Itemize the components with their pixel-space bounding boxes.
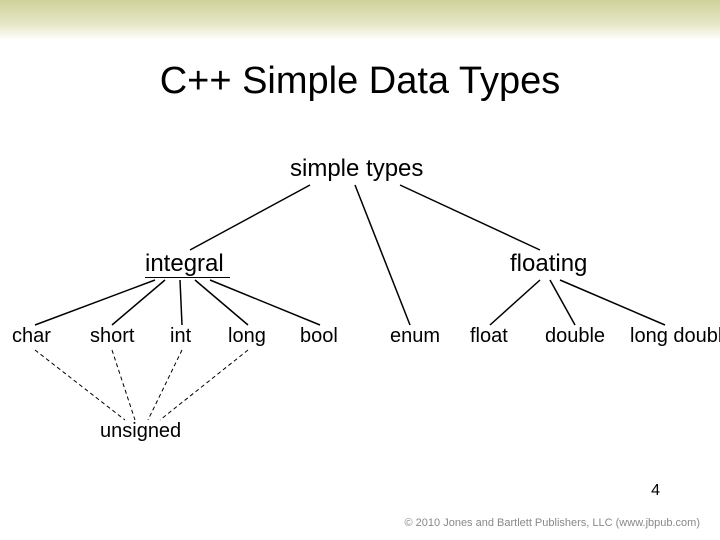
node-char: char <box>12 325 51 348</box>
node-double: double <box>545 325 605 348</box>
slide-title: C++ Simple Data Types <box>0 60 720 103</box>
node-long: long <box>228 325 266 348</box>
decorative-top-band <box>0 0 720 40</box>
copyright-text: © 2010 Jones and Bartlett Publishers, LL… <box>405 517 613 529</box>
node-long-double: long double <box>630 325 720 348</box>
footer: © 2010 Jones and Bartlett Publishers, LL… <box>405 516 700 530</box>
node-floating: floating <box>510 250 587 278</box>
node-unsigned: unsigned <box>100 420 181 443</box>
node-bool: bool <box>300 325 338 348</box>
node-float: float <box>470 325 508 348</box>
page-number: 4 <box>651 482 660 500</box>
node-enum: enum <box>390 325 440 348</box>
node-simple-types: simple types <box>290 155 423 183</box>
node-short: short <box>90 325 134 348</box>
publisher-url: (www.jbpub.com) <box>616 517 700 529</box>
underline-integral <box>145 277 230 278</box>
node-int: int <box>170 325 191 348</box>
node-integral: integral <box>145 250 224 278</box>
